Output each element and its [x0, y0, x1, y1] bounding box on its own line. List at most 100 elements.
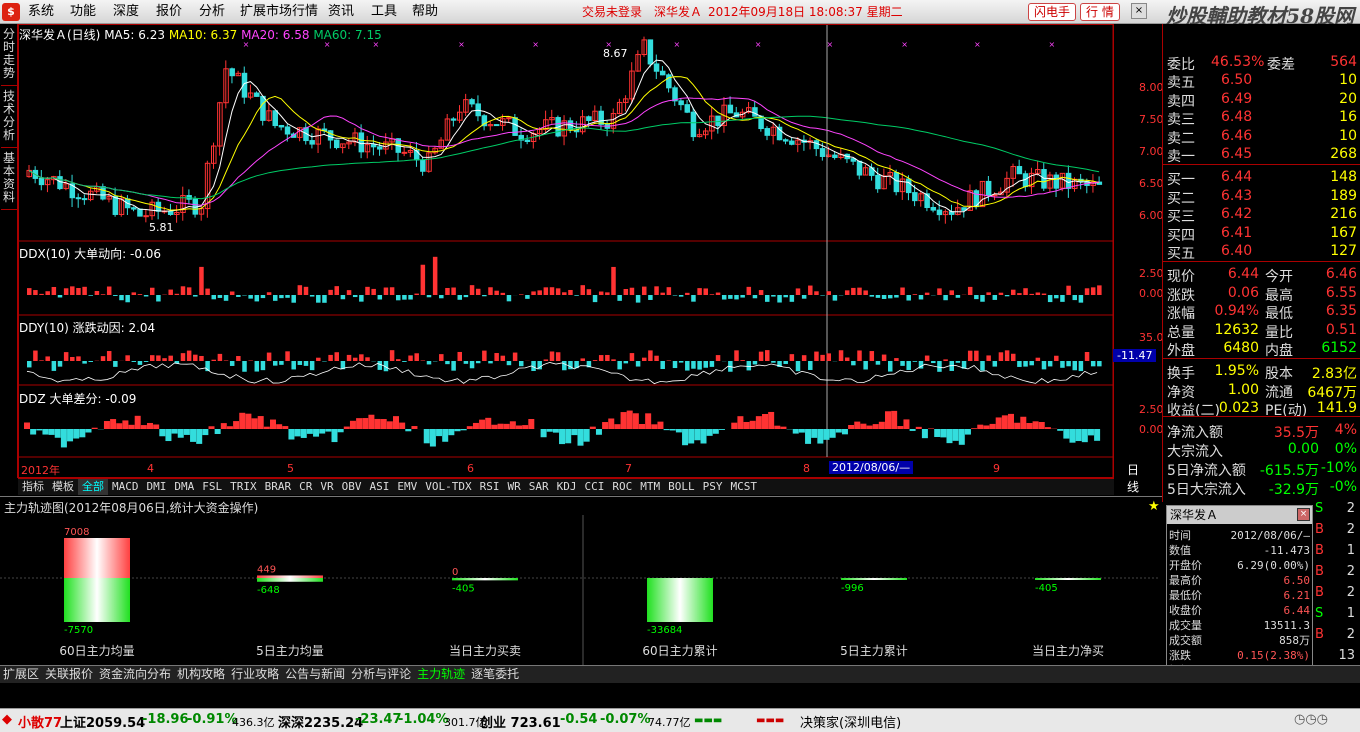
indicator-tab[interactable]: DMA	[170, 479, 198, 495]
bottom-tab[interactable]: 公告与新闻	[282, 666, 348, 683]
indicator-tab[interactable]: MCST	[726, 479, 761, 495]
bottom-tab[interactable]: 逐笔委托	[468, 666, 522, 683]
indicator-tab[interactable]: MACD	[108, 479, 143, 495]
quote-row: 涨跌 0.06 最高 6.55	[1167, 285, 1357, 304]
bottom-tab[interactable]: 关联报价	[42, 666, 96, 683]
ddy-bar	[1023, 361, 1028, 367]
quote-cell: 1.00	[1227, 381, 1259, 398]
tab-technical[interactable]: 技术分析	[1, 90, 17, 148]
x-axis-label: 9	[993, 462, 1000, 475]
breadth-icon: ▬▬▬	[694, 715, 723, 726]
login-status[interactable]: 交易未登录	[582, 3, 642, 21]
kline-chart-area[interactable]: × × × × × × × × × × × × 深华发Ａ(日线) MA5: 6.23 MA10: 6.…	[18, 24, 1171, 494]
indicator-tab[interactable]: VR	[316, 479, 337, 495]
indicator-tab[interactable]: 全部	[78, 479, 108, 495]
menu-item-depth[interactable]: 深度	[113, 3, 139, 21]
info-value: 0.15(2.38%)	[1237, 649, 1310, 662]
menu-item-tools[interactable]: 工具	[371, 3, 397, 21]
sz-index[interactable]: 深深2235.24	[278, 712, 363, 731]
ddy-bar	[377, 361, 383, 370]
ddy-bar	[445, 361, 450, 365]
bottom-tab[interactable]: 主力轨迹	[414, 666, 468, 683]
ddx-bar	[291, 295, 296, 303]
menu-item-analysis[interactable]: 分析	[199, 3, 225, 21]
ddx-bar	[113, 295, 118, 296]
ddy-bar	[242, 361, 247, 372]
ma10-label: MA10: 6.37	[168, 28, 238, 42]
indicator-tab[interactable]: PSY	[699, 479, 727, 495]
tab-intraday[interactable]: 分时走势	[1, 28, 17, 86]
bottom-tab[interactable]: 分析与评论	[348, 666, 414, 683]
menu-item-news[interactable]: 资讯	[328, 3, 354, 21]
main-force-title: 主力轨迹图(2012年08月06日,统计大资金操作)	[4, 501, 259, 515]
user-name[interactable]: 小散77	[18, 712, 62, 731]
ddx-bar	[396, 295, 401, 301]
indicator-tab[interactable]: OBV	[338, 479, 366, 495]
indicator-tab[interactable]: ASI	[366, 479, 394, 495]
indicator-tab[interactable]: EMV	[393, 479, 421, 495]
bottom-tab[interactable]: 行业攻略	[228, 666, 282, 683]
ddx-bar	[1047, 295, 1053, 303]
ddx-bar	[851, 287, 856, 295]
indicator-tab[interactable]: CCI	[580, 479, 608, 495]
close-icon[interactable]: ×	[1131, 3, 1147, 19]
ddx-bar	[279, 295, 284, 299]
menu-item-quote[interactable]: 报价	[156, 3, 182, 21]
indicator-tab[interactable]: WR	[503, 479, 524, 495]
indicator-tab[interactable]: DMI	[143, 479, 171, 495]
ddx-bar	[1090, 287, 1096, 295]
indicator-tab[interactable]: KDJ	[553, 479, 581, 495]
quote-cell: 量比	[1265, 324, 1293, 341]
indicator-tab[interactable]: CR	[295, 479, 316, 495]
info-key: 最高价	[1169, 574, 1202, 587]
candle	[1016, 166, 1023, 175]
ddx-bar	[746, 286, 752, 295]
ddx-bar	[180, 286, 186, 295]
signal-marker: ×	[532, 40, 539, 49]
quote-button[interactable]: 行 情	[1080, 3, 1120, 21]
indicator-tab[interactable]: TRIX	[226, 479, 261, 495]
indicator-tab[interactable]: MTM	[636, 479, 664, 495]
indicator-tab[interactable]: RSI	[476, 479, 504, 495]
ddy-bar	[543, 359, 549, 361]
star-icon[interactable]: ★	[1148, 499, 1160, 514]
menu-item-function[interactable]: 功能	[70, 3, 96, 21]
indicator-tab[interactable]: BOLL	[664, 479, 699, 495]
ddy-bar	[451, 361, 456, 371]
indicator-tab[interactable]: ROC	[608, 479, 636, 495]
candle	[260, 95, 266, 121]
sh-index[interactable]: 上证2059.54	[60, 712, 145, 731]
datetime: 2012年09月18日 18:08:37 星期二	[708, 5, 903, 19]
kline-chart-svg[interactable]: × × × × × × × × × × × ×	[19, 25, 1113, 477]
menu-item-help[interactable]: 帮助	[412, 3, 438, 21]
quote-cell: 148	[1330, 169, 1357, 185]
info-value: 2012/08/06/—	[1230, 529, 1310, 542]
menu-item-system[interactable]: 系统	[28, 3, 54, 21]
indicator-tab[interactable]: VOL-TDX	[421, 479, 475, 495]
bottom-tab[interactable]: 机构攻略	[174, 666, 228, 683]
indicator-tab[interactable]: FSL	[198, 479, 226, 495]
ddy-bar	[273, 361, 278, 366]
period-label[interactable]: 日线	[1127, 461, 1139, 495]
sh-change: -18.96	[142, 712, 189, 727]
indicator-tab[interactable]: BRAR	[261, 479, 296, 495]
candle	[819, 148, 826, 157]
menu-item-ext-market[interactable]: 扩展市场行情	[240, 3, 318, 21]
indicator-tab[interactable]: 模板	[48, 479, 78, 495]
bottom-tab[interactable]: 扩展区	[0, 666, 42, 683]
tab-fundamentals[interactable]: 基本资料	[1, 152, 17, 210]
ddx-bar	[45, 291, 50, 295]
cy-index[interactable]: 创业 723.61	[480, 712, 561, 731]
ddy-bar	[789, 354, 795, 361]
ddy-bar	[1084, 352, 1090, 361]
indicator-tab[interactable]: 指标	[18, 479, 48, 495]
ddx-bar	[549, 287, 555, 295]
app-logo-icon: $	[2, 3, 20, 21]
flash-trade-button[interactable]: 闪电手	[1028, 3, 1077, 21]
bottom-tab[interactable]: 资金流向分布	[96, 666, 174, 683]
tick-count: 2	[1346, 585, 1355, 600]
ddx-bar	[734, 295, 739, 300]
close-icon[interactable]: ×	[1297, 508, 1310, 521]
indicator-tab[interactable]: SAR	[525, 479, 553, 495]
quote-cell: 20	[1339, 90, 1357, 107]
